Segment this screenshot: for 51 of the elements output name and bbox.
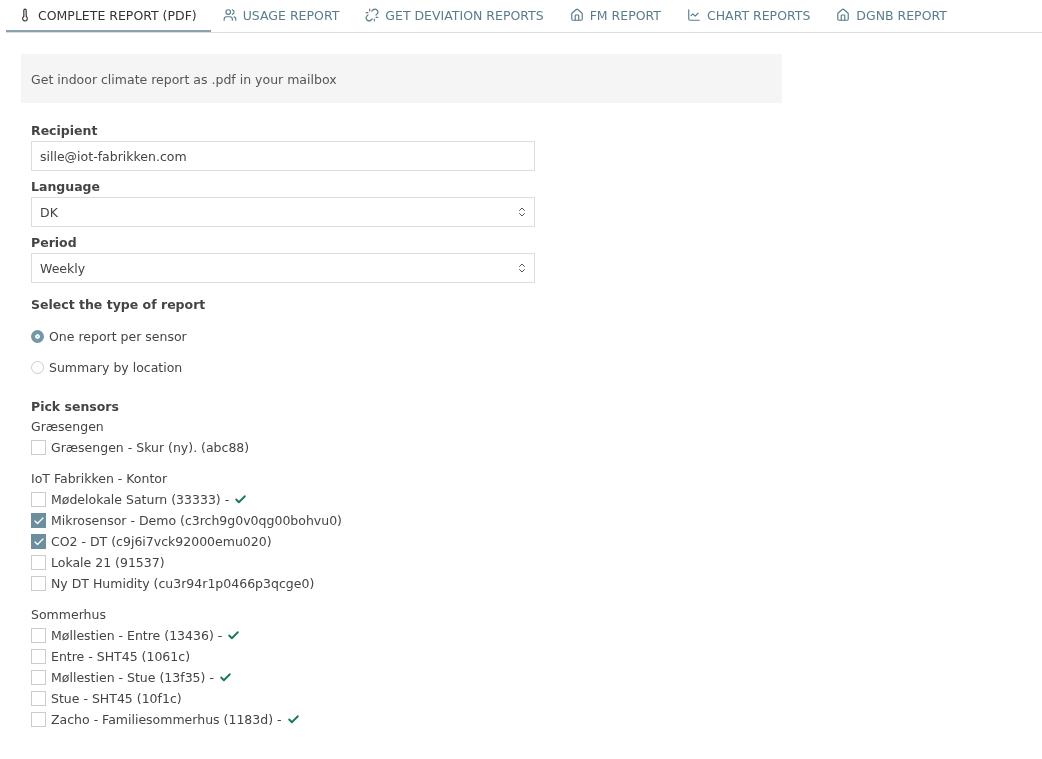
checkbox[interactable] <box>31 534 46 549</box>
checkbox[interactable] <box>31 628 46 643</box>
sensor-label: Mikrosensor - Demo (c3rch9g0v0qg00bohvu0) <box>51 513 342 528</box>
line-chart-icon <box>686 8 701 22</box>
sensor-label: Entre - SHT45 (1061c) <box>51 649 191 664</box>
group-heading: IoT Fabrikken - Kontor <box>31 471 168 486</box>
select-field[interactable]: Weekly <box>31 253 535 283</box>
select-field[interactable]: DK <box>31 197 535 227</box>
sensor-label: Møllestien - Entre (13436) - <box>51 628 223 643</box>
checkbox[interactable] <box>31 691 46 706</box>
radio-label: One report per sensor <box>49 328 187 344</box>
field-label: Pick sensors <box>31 399 120 414</box>
checkbox[interactable] <box>31 555 46 570</box>
house-icon <box>836 8 851 22</box>
radio-label: Summary by location <box>49 359 183 375</box>
checkbox[interactable] <box>31 649 46 664</box>
field-label: Select the type of report <box>31 297 207 312</box>
checkbox[interactable] <box>31 670 46 685</box>
group-heading: Sommerhus <box>31 607 106 622</box>
radio-button[interactable] <box>31 360 44 374</box>
checkbox[interactable] <box>31 513 46 528</box>
users-icon <box>222 8 237 22</box>
updown-icon <box>516 206 528 218</box>
tab[interactable]: USAGE REPORT <box>210 0 354 32</box>
sensor-label: Græsengen - Skur (ny). (abc88) <box>51 440 250 455</box>
checkbox[interactable] <box>31 712 46 727</box>
email-field[interactable]: sille@iot-fabrikken.com <box>31 141 535 171</box>
checkbox[interactable] <box>31 492 46 507</box>
sensor-label: Møllestien - Stue (13f35) - <box>51 670 214 685</box>
sensor-label: Stue - SHT45 (10f1c) <box>51 691 182 706</box>
home-icon <box>569 8 584 22</box>
field-label: Language <box>31 179 101 194</box>
tab[interactable]: FM REPORT <box>557 0 675 32</box>
checkbox[interactable] <box>31 576 46 591</box>
sensor-label: Lokale 21 (91537) <box>51 555 165 570</box>
tab[interactable]: GET DEVIATION REPORTS <box>353 0 558 32</box>
info-banner: Get indoor climate report as .pdf in your mailbox <box>21 54 782 103</box>
updown-icon <box>516 262 528 274</box>
sensor-label: Ny DT Humidity (cu3r94r1p0466p3qcge0) <box>51 576 315 591</box>
radio-button[interactable] <box>31 329 44 343</box>
tab[interactable]: COMPLETE REPORT (PDF) <box>6 0 211 32</box>
broken-link-icon <box>365 8 380 22</box>
tab[interactable]: CHART REPORTS <box>674 0 825 32</box>
sensor-label: Zacho - Familiesommerhus (1183d) - <box>51 712 282 727</box>
group-heading: Græsengen <box>31 419 104 434</box>
field-label: Period <box>31 235 78 250</box>
field-label: Recipient <box>31 123 99 138</box>
sensor-label: Mødelokale Saturn (33333) - <box>51 492 230 507</box>
tab[interactable]: DGNB REPORT <box>824 0 961 32</box>
checkbox[interactable] <box>31 440 46 455</box>
sensor-label: CO2 - DT (c9j6i7vck92000emu020) <box>51 534 272 549</box>
